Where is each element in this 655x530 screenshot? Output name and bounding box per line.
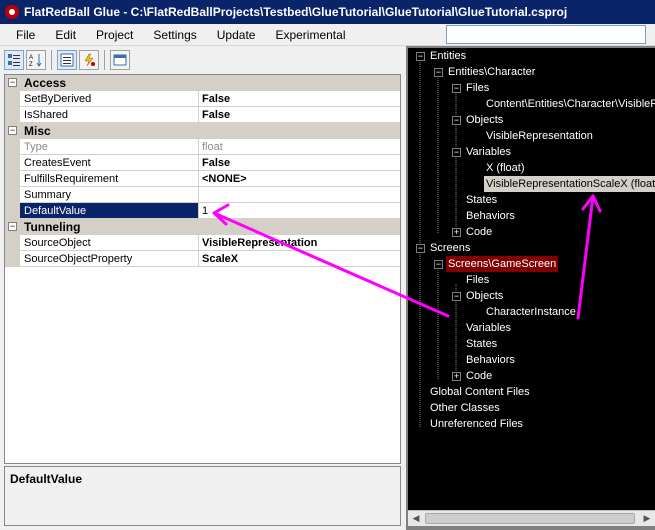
tree-node-character-instance[interactable]: CharacterInstance	[486, 304, 576, 320]
menu-settings[interactable]: Settings	[143, 28, 206, 42]
property-name: FulfillsRequirement	[20, 171, 199, 187]
app-icon	[5, 5, 19, 19]
category-label: Access	[24, 76, 67, 90]
property-name: Summary	[20, 187, 199, 203]
collapse-icon[interactable]: −	[452, 148, 461, 157]
project-tree: − Entities − Entities\Character − Files …	[408, 48, 655, 510]
tree-node-states[interactable]: States	[466, 336, 497, 352]
property-name: SetByDerived	[20, 91, 199, 107]
category-label: Misc	[24, 124, 51, 138]
menu-project[interactable]: Project	[86, 28, 143, 42]
categorized-icon[interactable]	[4, 50, 24, 70]
property-pages-icon[interactable]	[110, 50, 130, 70]
property-row[interactable]: Summary	[5, 187, 400, 203]
tree-node-variables[interactable]: Variables	[466, 320, 511, 336]
category-label: Tunneling	[24, 220, 81, 234]
horizontal-scrollbar[interactable]: ◀ ▶	[408, 510, 655, 526]
tree-node-screens[interactable]: Screens	[430, 240, 470, 256]
search-input[interactable]	[446, 25, 646, 44]
property-name: SourceObjectProperty	[20, 251, 199, 267]
collapse-icon[interactable]: −	[434, 68, 443, 77]
tree-node-code[interactable]: Code	[466, 368, 492, 384]
tree-node-variable-x[interactable]: X (float)	[486, 160, 525, 176]
tree-node-code[interactable]: Code	[466, 224, 492, 240]
menu-update[interactable]: Update	[207, 28, 266, 42]
tree-node-behaviors[interactable]: Behaviors	[466, 352, 515, 368]
property-name: DefaultValue	[20, 203, 199, 219]
property-name: IsShared	[20, 107, 199, 123]
events-icon[interactable]	[79, 50, 99, 70]
collapse-icon[interactable]: −	[8, 78, 17, 87]
properties-icon[interactable]	[57, 50, 77, 70]
collapse-icon[interactable]: −	[416, 244, 425, 253]
collapse-icon[interactable]: −	[8, 222, 17, 231]
property-row[interactable]: IsShared False	[5, 107, 400, 123]
collapse-icon[interactable]: −	[452, 292, 461, 301]
property-value[interactable]: VisibleRepresentation	[199, 235, 400, 251]
property-value: float	[199, 139, 400, 155]
tree-node-entities[interactable]: Entities	[430, 48, 466, 64]
tree-node-file[interactable]: Content\Entities\Character\VisibleR	[486, 96, 655, 112]
tree-node-unreferenced[interactable]: Unreferenced Files	[430, 416, 523, 432]
tree-node-variables[interactable]: Variables	[466, 144, 511, 160]
property-name: CreatesEvent	[20, 155, 199, 171]
expand-icon[interactable]: +	[452, 228, 461, 237]
property-name: SourceObject	[20, 235, 199, 251]
tree-node-objects[interactable]: Objects	[466, 112, 503, 128]
property-value[interactable]: ScaleX	[199, 251, 400, 267]
property-row[interactable]: Type float	[5, 139, 400, 155]
tree-node-other-classes[interactable]: Other Classes	[430, 400, 500, 416]
description-title: DefaultValue	[10, 472, 83, 486]
tree-node-states[interactable]: States	[466, 192, 497, 208]
alphabetical-icon[interactable]: AZ	[26, 50, 46, 70]
property-value[interactable]: False	[199, 155, 400, 171]
property-grid: − Access SetByDerived False IsShared Fal…	[4, 74, 401, 464]
window-title: FlatRedBall Glue - C:\FlatRedBallProject…	[24, 5, 568, 19]
property-row-selected[interactable]: DefaultValue 1	[5, 203, 400, 219]
tree-node-files[interactable]: Files	[466, 80, 489, 96]
property-name: Type	[20, 139, 199, 155]
category-misc[interactable]: − Misc	[5, 123, 400, 139]
tree-node-behaviors[interactable]: Behaviors	[466, 208, 515, 224]
scroll-thumb[interactable]	[425, 513, 635, 524]
property-row[interactable]: SourceObject VisibleRepresentation	[5, 235, 400, 251]
category-access[interactable]: − Access	[5, 75, 400, 91]
menu-experimental[interactable]: Experimental	[265, 28, 355, 42]
property-row[interactable]: SetByDerived False	[5, 91, 400, 107]
property-value[interactable]	[199, 187, 400, 203]
menu-file[interactable]: File	[6, 28, 45, 42]
title-bar: FlatRedBall Glue - C:\FlatRedBallProject…	[0, 0, 655, 24]
property-value[interactable]: False	[199, 107, 400, 123]
collapse-icon[interactable]: −	[452, 116, 461, 125]
category-tunneling[interactable]: − Tunneling	[5, 219, 400, 235]
tree-node-variable-scalex[interactable]: VisibleRepresentationScaleX (float)	[484, 176, 655, 192]
property-toolbar: AZ	[4, 50, 130, 72]
tree-node-objects[interactable]: Objects	[466, 288, 503, 304]
property-row[interactable]: SourceObjectProperty ScaleX	[5, 251, 400, 267]
property-value[interactable]: <NONE>	[199, 171, 400, 187]
tree-node-character[interactable]: Entities\Character	[448, 64, 535, 80]
tree-lines	[419, 60, 457, 427]
tree-node-files[interactable]: Files	[466, 272, 489, 288]
description-pane: DefaultValue	[4, 466, 401, 526]
property-row[interactable]: CreatesEvent False	[5, 155, 400, 171]
svg-text:Z: Z	[29, 62, 33, 67]
collapse-icon[interactable]: −	[416, 52, 425, 61]
tree-node-global-content[interactable]: Global Content Files	[430, 384, 530, 400]
scroll-right-icon[interactable]: ▶	[639, 511, 655, 526]
collapse-icon[interactable]: −	[434, 260, 443, 269]
tree-node-gamescreen[interactable]: Screens\GameScreen	[446, 256, 559, 272]
scroll-left-icon[interactable]: ◀	[408, 511, 424, 526]
collapse-icon[interactable]: −	[8, 126, 17, 135]
expand-icon[interactable]: +	[452, 372, 461, 381]
toolbar-separator	[51, 50, 52, 70]
toolbar-separator	[104, 50, 105, 70]
collapse-icon[interactable]: −	[452, 84, 461, 93]
property-row[interactable]: FulfillsRequirement <NONE>	[5, 171, 400, 187]
menu-edit[interactable]: Edit	[45, 28, 86, 42]
property-value[interactable]: False	[199, 91, 400, 107]
tree-node-visible-representation[interactable]: VisibleRepresentation	[486, 128, 593, 144]
default-value-field[interactable]: 1	[199, 203, 400, 219]
svg-text:A: A	[29, 55, 33, 61]
